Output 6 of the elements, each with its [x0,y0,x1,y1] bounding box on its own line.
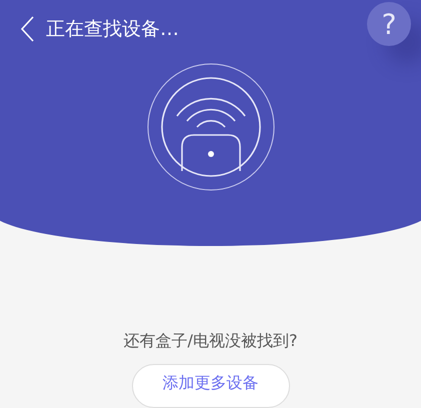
help-button[interactable]: ? [367,2,411,46]
page-title: 正在查找设备… [46,17,179,42]
back-icon[interactable] [20,16,34,42]
prompt-text: 还有盒子/电视没被找到? [124,331,298,352]
add-device-button[interactable]: 添加更多设备 [132,364,290,408]
device-search-icon [146,62,276,192]
